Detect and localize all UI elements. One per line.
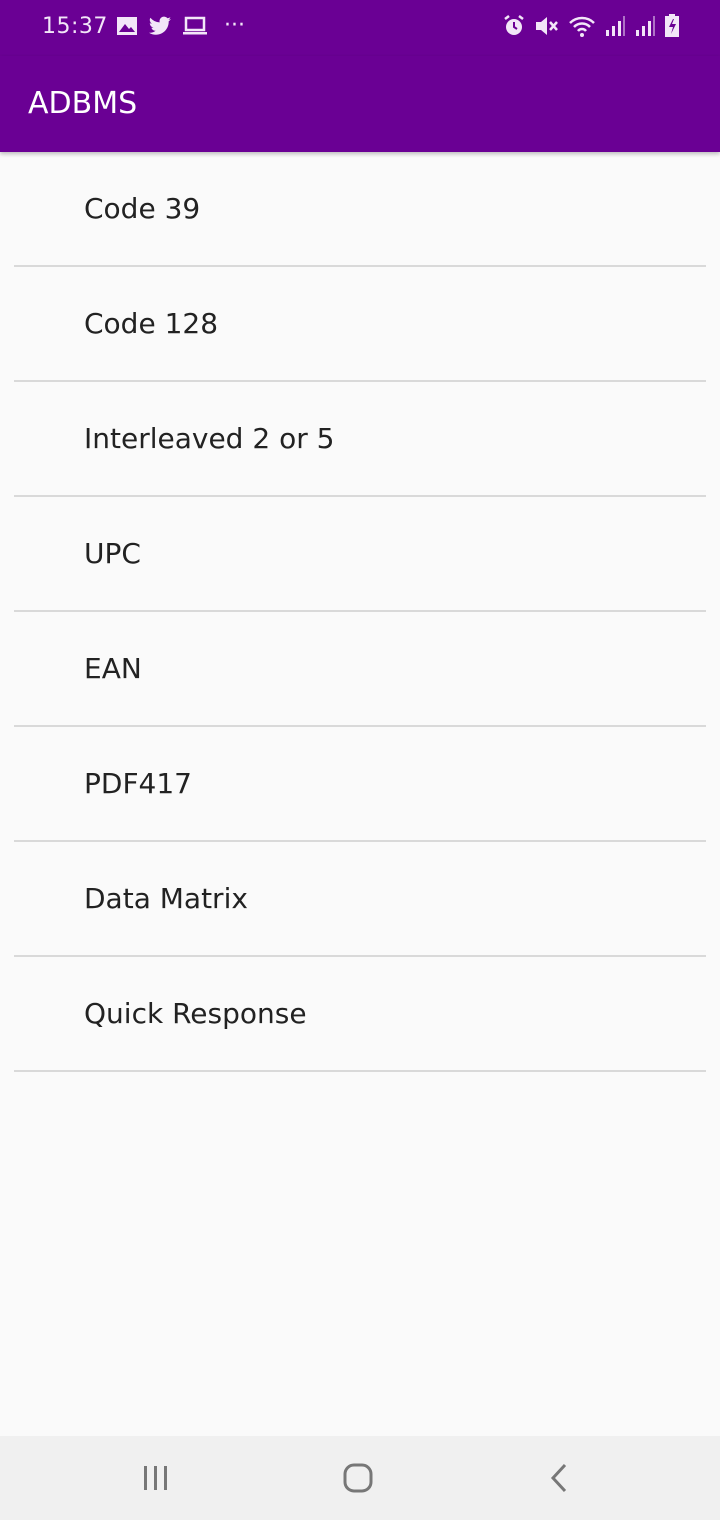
list-item-upc[interactable]: UPC: [14, 497, 706, 612]
list-item-label: Quick Response: [84, 997, 307, 1030]
back-icon[interactable]: [540, 1458, 580, 1498]
list-item-label: EAN: [84, 652, 142, 685]
barcode-type-list: Code 39 Code 128 Interleaved 2 or 5 UPC …: [14, 152, 706, 1072]
signal-icon: [606, 16, 625, 36]
list-item-quick-response[interactable]: Quick Response: [14, 957, 706, 1072]
list-item-pdf417[interactable]: PDF417: [14, 727, 706, 842]
laptop-icon: [183, 16, 207, 35]
alarm-icon: [504, 15, 524, 35]
signal-icon: [636, 16, 655, 36]
recent-apps-icon[interactable]: [136, 1458, 176, 1498]
home-icon[interactable]: [338, 1458, 378, 1498]
battery-charging-icon: [665, 14, 679, 37]
list-item-label: PDF417: [84, 767, 192, 800]
status-bar: 15:37 ···: [0, 0, 720, 56]
gallery-icon: [117, 17, 137, 35]
status-notification-icons: ···: [116, 13, 245, 38]
list-item-label: Code 128: [84, 307, 219, 340]
list-item-label: UPC: [84, 537, 141, 570]
list-item-ean[interactable]: EAN: [14, 612, 706, 727]
list-item-label: Data Matrix: [84, 882, 248, 915]
mute-icon: [536, 17, 558, 35]
system-nav-bar: [0, 1436, 720, 1520]
list-item-code-39[interactable]: Code 39: [14, 152, 706, 267]
wifi-icon: [569, 16, 595, 37]
status-system-icons: [502, 14, 680, 38]
app-title: ADBMS: [28, 86, 138, 121]
twitter-icon: [149, 16, 171, 35]
more-dots-icon: ···: [224, 13, 245, 38]
list-item-code-128[interactable]: Code 128: [14, 267, 706, 382]
app-bar: ADBMS: [0, 56, 720, 152]
list-item-label: Interleaved 2 or 5: [84, 422, 335, 455]
list-item-data-matrix[interactable]: Data Matrix: [14, 842, 706, 957]
status-time: 15:37: [42, 14, 108, 39]
list-item-label: Code 39: [84, 192, 201, 225]
list-item-interleaved-2-or-5[interactable]: Interleaved 2 or 5: [14, 382, 706, 497]
